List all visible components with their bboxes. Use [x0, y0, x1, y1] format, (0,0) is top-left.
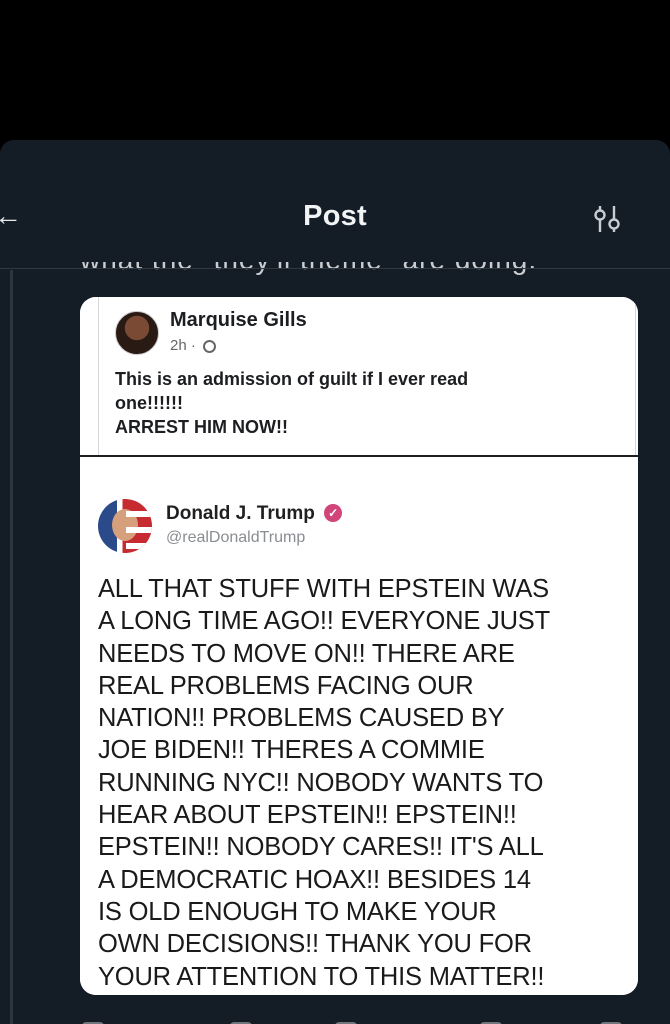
facebook-post-text: This is an admission of guilt if I ever … [115, 367, 585, 439]
tweet-body-line: JOE BIDEN!! THERES A COMMIE [98, 736, 485, 765]
tweet-body-line: A DEMOCRATIC HOAX!! BESIDES 14 [98, 865, 531, 894]
facebook-post-meta: 2h · [170, 337, 217, 354]
facebook-author-name: Marquise Gills [170, 309, 307, 331]
tweet-handle: @realDonaldTrump [166, 529, 306, 546]
tweet-body-line: ALL THAT STUFF WITH EPSTEIN WAS [98, 575, 549, 603]
post-text-partial: what the "they'll theme" are doing. [80, 244, 538, 275]
globe-icon [203, 340, 217, 353]
filter-settings-icon-graphic [594, 206, 620, 232]
tweet-author-name: Donald J. Trump ✓ [166, 503, 343, 525]
tweet-body-line: NATION!! PROBLEMS CAUSED BY [98, 704, 505, 733]
facebook-text-line: ARREST HIM NOW!! [115, 417, 288, 437]
tweet-body-line: NEEDS TO MOVE ON!! THERE ARE [98, 639, 515, 668]
facebook-post: Marquise Gills 2h · This is an admission… [80, 297, 638, 457]
status-bar-area [0, 0, 670, 140]
facebook-text-line: one!!!!!! [115, 393, 183, 413]
post-screen: ← Post what the "they'll theme" are doin… [0, 140, 670, 1024]
avatar-stripe [126, 543, 152, 549]
post-actions [80, 1010, 640, 1024]
tweet-author-label: Donald J. Trump [166, 503, 315, 524]
verified-badge-icon: ✓ [324, 504, 343, 522]
tweet-body-line: A LONG TIME AGO!! EVERYONE JUST [98, 607, 550, 636]
tweet-body-line: REAL PROBLEMS FACING OUR [98, 671, 474, 700]
post-header: ← Post what the "they'll theme" are doin… [0, 140, 670, 275]
tweet-body-line: EPSTEIN!! NOBODY CARES!! IT'S ALL [98, 833, 544, 862]
facebook-post-time: 2h · [170, 337, 196, 354]
tweet-body-line: IS OLD ENOUGH TO MAKE YOUR [98, 897, 497, 926]
avatar [115, 311, 159, 355]
avatar-stripe [126, 527, 152, 533]
page-title: Post [303, 200, 367, 232]
tweet-body-line: RUNNING NYC!! NOBODY WANTS TO [98, 768, 544, 797]
tweet-body-line: YOUR ATTENTION TO THIS MATTER!! [98, 962, 545, 991]
tweet-body-line: HEAR ABOUT EPSTEIN!! EPSTEIN!! [98, 801, 517, 830]
post-image[interactable]: Marquise Gills 2h · This is an admission… [80, 297, 638, 995]
facebook-text-line: This is an admission of guilt if I ever … [115, 369, 469, 389]
quoted-tweet: Donald J. Trump ✓ @realDonaldTrump ALL T… [80, 457, 638, 995]
header-divider [0, 268, 670, 269]
filter-settings-icon[interactable] [590, 204, 624, 234]
tweet-body-line: OWN DECISIONS!! THANK YOU FOR [98, 930, 532, 959]
thread-line [10, 270, 13, 1024]
avatar [98, 499, 152, 553]
avatar-stripe [126, 511, 152, 517]
tweet-body: ALL THAT STUFF WITH EPSTEIN WAS A LONG T… [98, 573, 628, 993]
